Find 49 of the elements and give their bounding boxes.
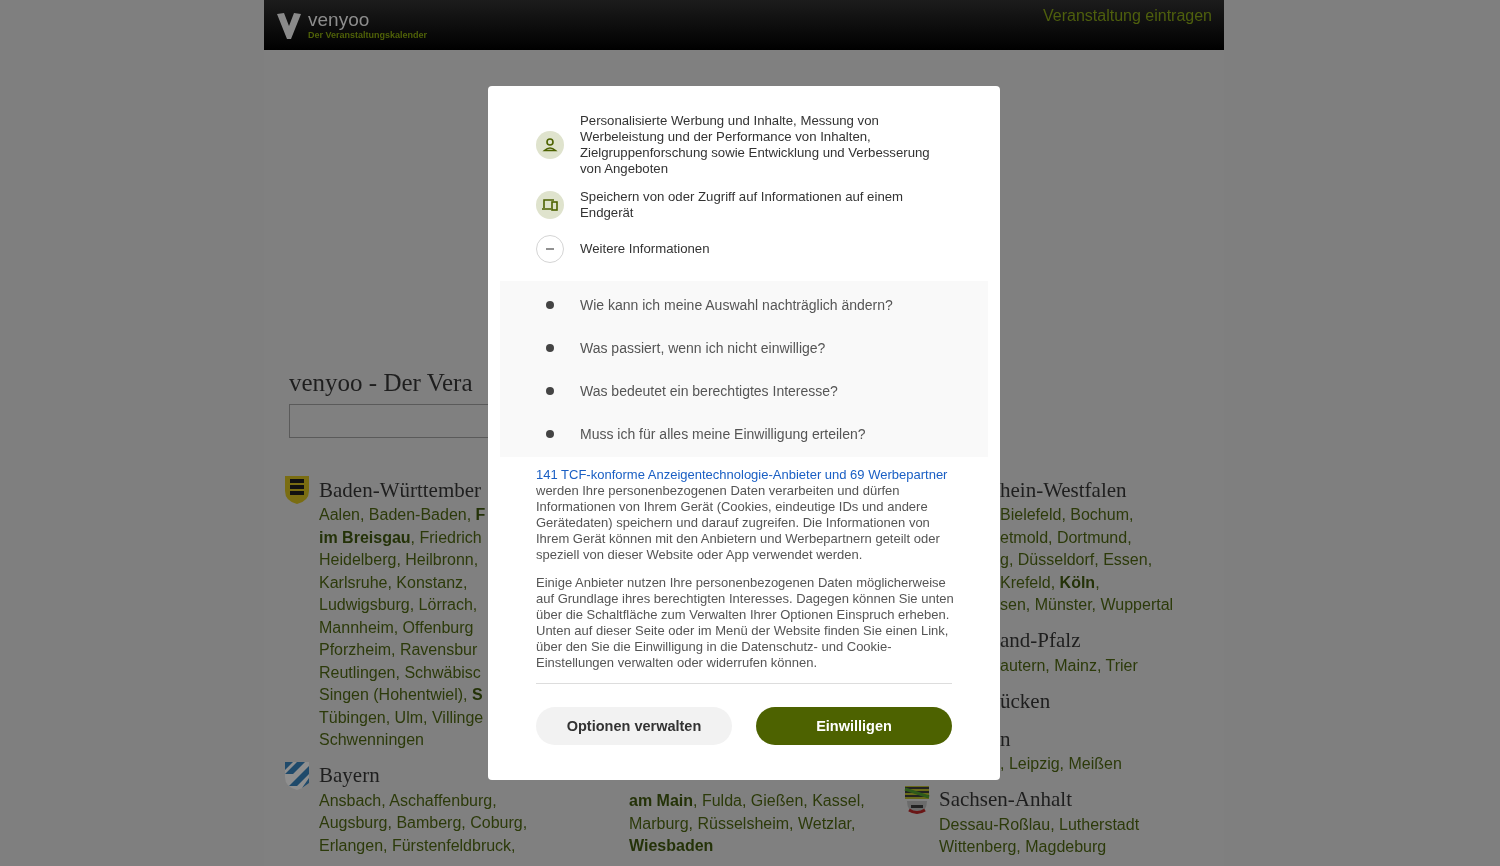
vendor-link[interactable]: 141 TCF-konforme Anzeigentechnologie-Anbieter und 69 Werbepartner bbox=[536, 467, 948, 482]
manage-options-button[interactable]: Optionen verwalten bbox=[536, 707, 732, 745]
state-name[interactable]: Bayern bbox=[319, 763, 380, 788]
purpose-text: Speichern von oder Zugriff auf Informationen auf einem Endgerät bbox=[580, 189, 905, 221]
bullet-icon bbox=[546, 386, 554, 395]
consent-paragraph: 141 TCF-konforme Anzeigentechnologie-Anbieter und 69 Werbepartner werden Ihre personenbezogenen Daten verarbeiten und dürfen Informationen von Ihrem Gerät (Cookies, eindeutige IDs und andere Gerätedaten) speichern und darauf zugreifen. Die Informationen von Ihrem Gerät können mit den Anbietern und Werbepartnern geteilt oder speziell von dieser Website oder App verwendet werden. bbox=[536, 467, 949, 563]
city-links[interactable]: sen, Münster, Wuppertal bbox=[1000, 594, 1225, 617]
logo-name: venyoo bbox=[308, 10, 370, 30]
city-links[interactable]: autern, Mainz, Trier bbox=[1000, 654, 1225, 677]
page-heading: venyoo - Der Vera bbox=[289, 368, 473, 398]
accept-button[interactable]: Einwilligen bbox=[756, 707, 952, 745]
purpose-text: Personalisierte Werbung und Inhalte, Messung von Werbeleistung und der Performance von Inhalten, Zielgruppenforschung sowie Entwicklung und Verbesserung von Angeboten bbox=[580, 113, 931, 177]
city-links[interactable]: Wiesbaden bbox=[629, 835, 904, 858]
logo-icon bbox=[276, 11, 302, 40]
logo-tagline: Der Veranstaltungskalender bbox=[308, 30, 428, 41]
city-links[interactable]: Marburg, Rüsselsheim, Wetzlar, bbox=[629, 812, 904, 835]
state-name[interactable]: Baden-Württember bbox=[319, 477, 482, 503]
bullet-icon bbox=[546, 343, 554, 352]
state-name[interactable]: and-Pfalz bbox=[1000, 628, 1081, 653]
bullet-icon bbox=[546, 429, 554, 438]
minus-icon bbox=[536, 235, 564, 263]
coat-of-arms-icon bbox=[284, 475, 310, 505]
add-event-link[interactable]: Veranstaltung eintragen bbox=[1043, 0, 1212, 25]
city-links[interactable]: Bielefeld, Bochum, bbox=[1000, 504, 1225, 527]
consent-paragraph: Einige Anbieter nutzen Ihre personenbezogenen Daten möglicherweise auf Grundlage ihres berechtigten Interesses. Dagegen können Sie unten über die Schaltfläche zum Verwalten Ihrer Optionen Einspruch erheben. Unten auf dieser Seite oder im Menü der Website finden Sie einen Link, über den Sie die Einwilligung in die Datenschutz- und Cookie-Einstellungen verwalten oder widerrufen können. bbox=[536, 575, 954, 671]
faq-question[interactable]: Wie kann ich meine Auswahl nachträglich ändern? bbox=[580, 296, 893, 313]
bullet-icon bbox=[546, 300, 554, 309]
city-links[interactable]: Wittenberg, Magdeburg bbox=[939, 836, 1225, 859]
more-info-toggle[interactable]: Weitere Informationen bbox=[500, 235, 988, 263]
coat-of-arms-icon bbox=[904, 784, 930, 815]
devices-icon bbox=[536, 191, 564, 219]
faq-question[interactable]: Muss ich für alles meine Einwilligung erteilen? bbox=[580, 425, 866, 442]
city-links[interactable]: etmold, Dortmund, bbox=[1000, 526, 1225, 549]
city-links[interactable]: Augsburg, Bamberg, Coburg, bbox=[319, 812, 594, 835]
city-links[interactable]: Ansbach, Aschaffenburg, bbox=[319, 789, 594, 812]
faq-question[interactable]: Was bedeutet ein berechtigtes Interesse? bbox=[580, 382, 838, 399]
state-name[interactable]: n bbox=[1000, 726, 1011, 752]
city-links[interactable]: Erlangen, Fürstenfeldbruck, bbox=[319, 834, 594, 857]
city-links[interactable]: , Leipzig, Meißen bbox=[1000, 753, 1225, 776]
state-name[interactable]: ücken bbox=[1000, 688, 1051, 714]
state-name[interactable]: Sachsen-Anhalt bbox=[939, 787, 1072, 812]
city-links[interactable]: g, Düsseldorf, Essen, bbox=[1000, 549, 1225, 572]
city-links[interactable]: Krefeld, Köln, bbox=[1000, 571, 1225, 594]
city-links[interactable]: Dessau-Roßlau, Lutherstadt bbox=[939, 813, 1225, 836]
coat-of-arms-icon bbox=[284, 760, 310, 791]
person-icon bbox=[536, 131, 564, 159]
city-links[interactable]: am Main, Fulda, Gießen, Kassel, bbox=[629, 790, 904, 813]
state-name[interactable]: hein-Westfalen bbox=[1000, 477, 1127, 503]
faq-question[interactable]: Was passiert, wenn ich nicht einwillige? bbox=[580, 339, 826, 356]
